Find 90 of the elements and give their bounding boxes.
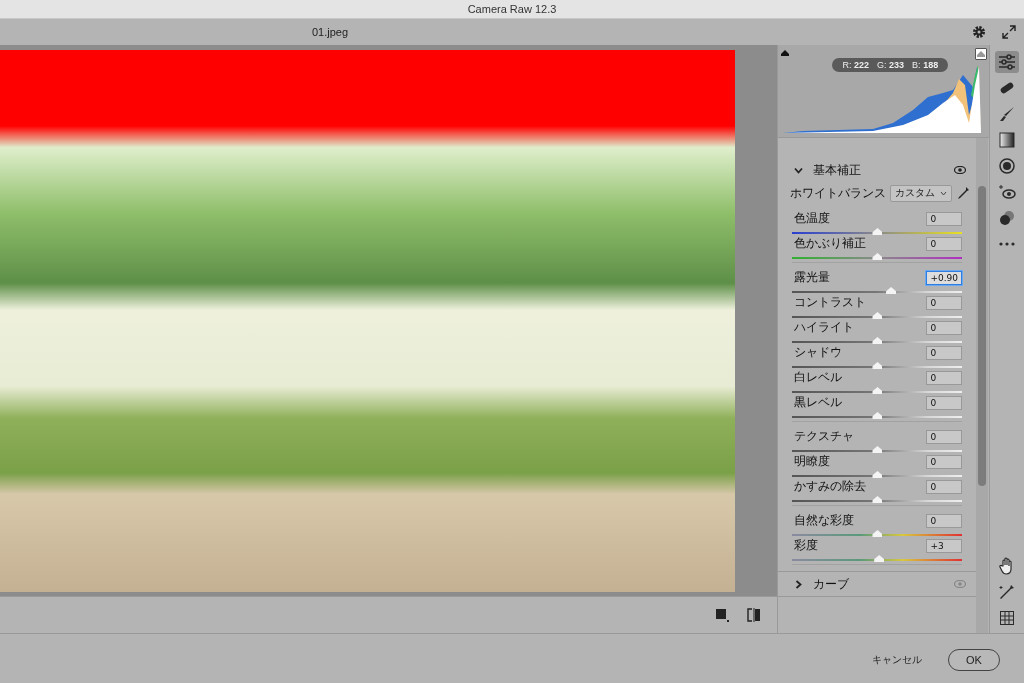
slider[interactable] <box>792 252 963 260</box>
scrollbar-thumb[interactable] <box>978 186 987 486</box>
tool-button[interactable] <box>995 51 1020 73</box>
slider[interactable] <box>792 529 963 537</box>
brush-icon <box>998 106 1017 122</box>
value-field[interactable]: 0 <box>926 479 963 494</box>
slider[interactable] <box>792 336 963 344</box>
slider[interactable] <box>792 445 963 453</box>
eyedropper-icon <box>999 584 1016 600</box>
eye-plus-icon <box>998 184 1017 200</box>
settings-icon <box>972 25 986 39</box>
rgb-value: G: 233 <box>877 60 905 70</box>
slider-label: 色かぶり補正 <box>793 235 867 252</box>
slider-thumb[interactable] <box>872 362 883 369</box>
overlapping-circles-icon <box>999 210 1016 226</box>
chevron-icon[interactable] <box>794 165 804 175</box>
value-field[interactable]: +0.90 <box>926 270 963 285</box>
panel-title: 基本補正 <box>813 161 863 179</box>
settings-button[interactable] <box>970 23 988 41</box>
slider[interactable] <box>792 554 963 562</box>
value-field[interactable]: 0 <box>926 295 963 310</box>
window-title: Camera Raw 12.3 <box>467 3 557 15</box>
split-view-icon <box>747 608 762 623</box>
slider-label: 黒レベル <box>793 394 843 411</box>
value-field[interactable]: 0 <box>926 345 963 360</box>
slider[interactable] <box>792 495 963 503</box>
slider[interactable] <box>792 470 963 478</box>
slider[interactable] <box>792 386 963 394</box>
highlight-clipping-toggle[interactable] <box>975 48 988 60</box>
slider-label: 自然な彩度 <box>793 512 855 529</box>
more-icon <box>999 242 1016 246</box>
slider-label: かすみの除去 <box>793 478 867 495</box>
grid-icon <box>1000 611 1015 625</box>
balance-label: ホワイトバランス <box>790 184 887 202</box>
cancel-button[interactable]: キャンセル <box>866 651 928 668</box>
ok-button[interactable]: OK <box>948 648 1000 671</box>
slider-thumb[interactable] <box>872 471 883 478</box>
slider-thumb[interactable] <box>872 253 883 260</box>
slider[interactable] <box>792 286 963 294</box>
panel-header[interactable]: 基本補正 <box>778 158 977 182</box>
value-field[interactable]: 0 <box>926 236 963 251</box>
gradient-icon <box>999 132 1016 148</box>
slider-label: 彩度 <box>793 537 819 554</box>
slider-label: シャドウ <box>793 344 843 361</box>
balance-dropdown[interactable]: カスタム <box>890 184 953 202</box>
slider-thumb[interactable] <box>872 387 883 394</box>
sliders-icon <box>998 54 1017 70</box>
value-field[interactable]: 0 <box>926 395 963 410</box>
value-field[interactable]: 0 <box>926 429 963 444</box>
value-field[interactable]: 0 <box>926 513 963 528</box>
slider-label: 露光量 <box>793 269 831 286</box>
slider-label: 白レベル <box>793 369 843 386</box>
slider-thumb[interactable] <box>872 446 883 453</box>
value-field[interactable]: 0 <box>926 320 963 335</box>
visibility-icon[interactable] <box>954 166 967 174</box>
slider-label: 色温度 <box>793 210 831 227</box>
file-name: 01.jpeg <box>310 26 350 38</box>
slider-label: コントラスト <box>793 294 867 311</box>
slider-label: 明瞭度 <box>793 453 831 470</box>
slider[interactable] <box>792 227 963 235</box>
panel-header[interactable]: カーブ <box>778 572 977 596</box>
value-field[interactable]: 0 <box>926 454 963 469</box>
slider-label: テクスチャ <box>793 428 855 445</box>
slider[interactable] <box>792 411 963 419</box>
chevron-icon[interactable] <box>794 579 804 589</box>
slider[interactable] <box>792 311 963 319</box>
fullscreen-button[interactable] <box>1000 23 1018 41</box>
slider-thumb[interactable] <box>872 530 883 537</box>
value-field[interactable]: 0 <box>926 211 963 226</box>
shadow-clipping-toggle[interactable] <box>780 48 791 58</box>
slider-thumb[interactable] <box>872 312 883 319</box>
eyedropper-icon[interactable] <box>956 186 971 200</box>
value-field[interactable]: 0 <box>926 370 963 385</box>
slider-thumb[interactable] <box>872 228 883 235</box>
radial-icon <box>999 158 1016 174</box>
slider-thumb[interactable] <box>872 496 883 503</box>
view-toggle-button[interactable] <box>714 606 732 624</box>
slider-thumb[interactable] <box>872 412 883 419</box>
rgb-value: R: 222 <box>842 60 870 70</box>
slider-thumb[interactable] <box>874 555 885 562</box>
caret-icon <box>940 190 948 196</box>
value-field[interactable]: +3 <box>926 538 963 553</box>
slider[interactable] <box>792 361 963 369</box>
slider-label: ハイライト <box>793 319 855 336</box>
expand-icon <box>1002 25 1016 39</box>
rgb-value: B: 188 <box>912 60 939 70</box>
square-icon <box>716 608 730 622</box>
slider-thumb[interactable] <box>872 337 883 344</box>
panel-title: カーブ <box>813 575 851 593</box>
slider-thumb[interactable] <box>886 287 897 294</box>
